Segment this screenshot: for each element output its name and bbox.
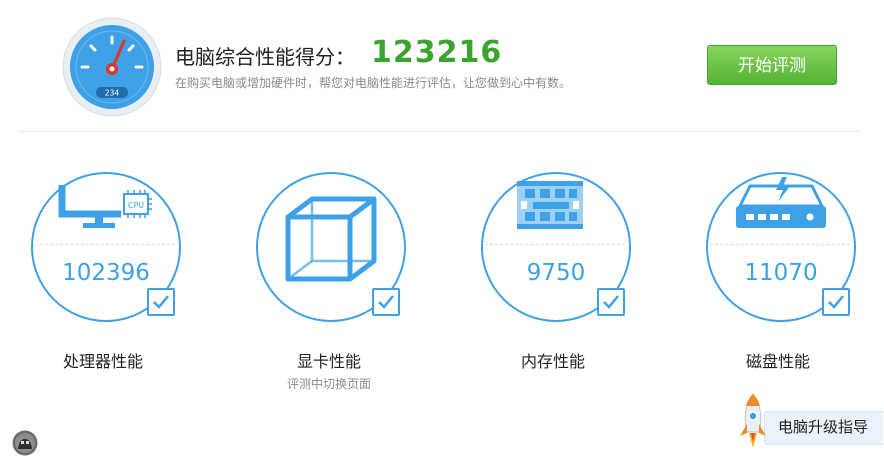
disk-label: 磁盘性能 [745, 352, 810, 371]
score-description: 在购买电脑或增加硬件时，帮您对电脑性能进行评估，让您做到心中有数。 [175, 76, 572, 90]
score-title: 电脑综合性能得分： [175, 45, 355, 69]
avatar[interactable] [12, 430, 38, 456]
checkbox-checked-icon [597, 288, 625, 316]
checkbox-checked-icon [147, 288, 175, 316]
checkbox-checked-icon [822, 288, 850, 316]
upgrade-guide-button[interactable]: 电脑升级指导 [734, 392, 884, 452]
cpu-card[interactable]: CPU 102396 [31, 172, 181, 322]
header-divider [18, 131, 860, 132]
gauge-digits: 234 [105, 89, 120, 98]
overall-score: 123216 [371, 35, 503, 70]
disk-card[interactable]: 11070 [706, 172, 856, 322]
start-benchmark-button[interactable]: 开始评测 [707, 45, 837, 85]
rocket-icon [740, 393, 766, 448]
cpu-label: 处理器性能 [62, 352, 143, 371]
memory-card[interactable]: 9750 [481, 172, 631, 322]
upgrade-guide-label: 电脑升级指导 [778, 418, 869, 436]
memory-label: 内存性能 [520, 352, 585, 371]
memory-score: 9750 [526, 260, 586, 286]
cpu-score: 102396 [62, 260, 150, 286]
gpu-card[interactable] [256, 172, 406, 322]
speedometer-icon: 234 [62, 17, 162, 117]
checkbox-checked-icon [372, 288, 400, 316]
gpu-label: 显卡性能 [296, 352, 361, 371]
disk-score: 11070 [744, 260, 818, 286]
gpu-status-note: 评测中切换页面 [286, 377, 371, 391]
cpu-chip-label: CPU [128, 201, 144, 210]
benchmark-header: 234 电脑综合性能得分： 123216 在购买电脑或增加硬件时，帮您对电脑性能… [0, 0, 884, 132]
